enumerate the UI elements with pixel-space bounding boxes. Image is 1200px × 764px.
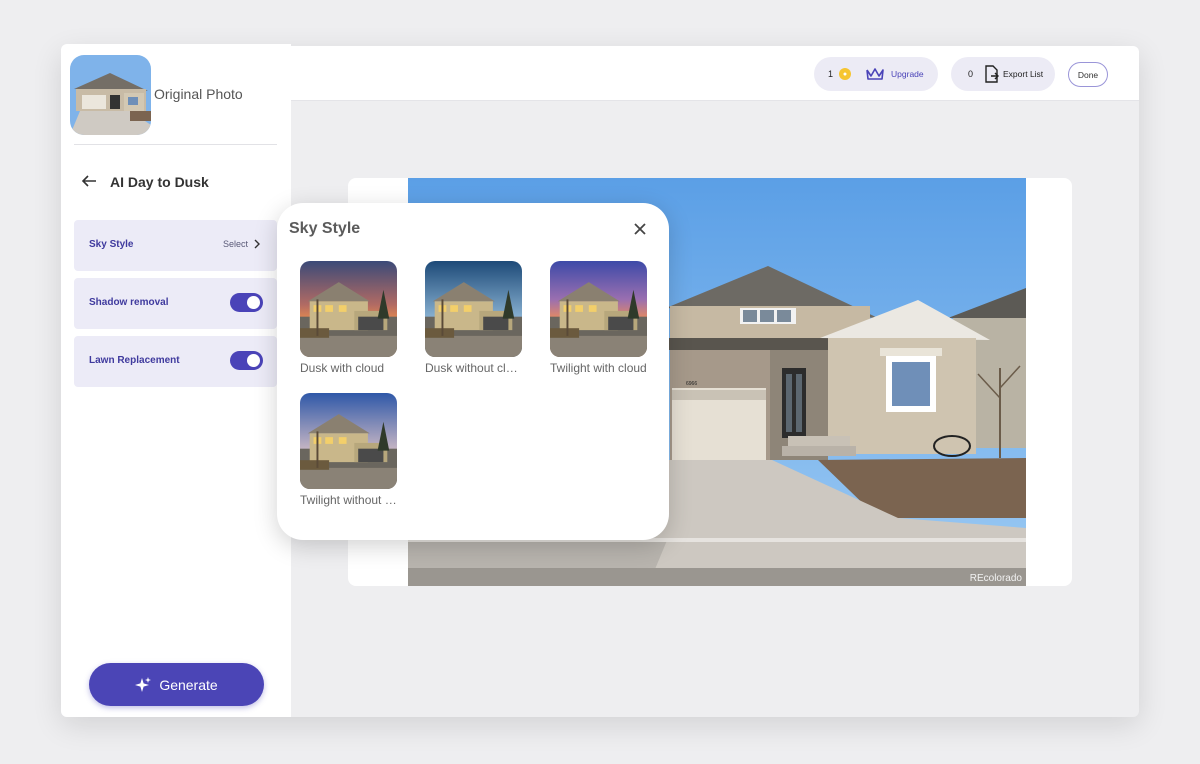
- sky-style-select[interactable]: Select: [223, 239, 260, 249]
- style-label: Dusk with cloud: [300, 361, 385, 375]
- chevron-right-icon: [254, 239, 260, 249]
- toggle-knob: [247, 296, 260, 309]
- export-count: 0: [968, 69, 974, 79]
- sidebar: Original Photo AI Day to Dusk Sky Style …: [61, 44, 291, 717]
- done-button[interactable]: Done: [1068, 62, 1108, 87]
- modal-title: Sky Style: [289, 220, 361, 237]
- lawn-replacement-option: Lawn Replacement: [74, 336, 277, 387]
- lawn-replacement-toggle[interactable]: [230, 351, 263, 370]
- sky-style-label: Sky Style: [89, 239, 134, 250]
- shadow-removal-option: Shadow removal: [74, 278, 277, 329]
- export-list-label: Export List: [1003, 69, 1044, 79]
- export-list-button[interactable]: 0 Export List: [951, 57, 1055, 91]
- style-label: Twilight with cloud: [550, 361, 647, 375]
- toggle-knob: [247, 354, 260, 367]
- shadow-removal-label: Shadow removal: [89, 297, 169, 308]
- style-label: Dusk without cloud: [425, 361, 522, 375]
- original-photo-thumbnail[interactable]: [70, 55, 151, 135]
- sky-style-option[interactable]: Sky Style Select: [74, 220, 277, 271]
- export-icon: [985, 65, 1000, 83]
- house-number: 6966: [686, 381, 697, 387]
- generate-label: Generate: [159, 676, 218, 693]
- credits-pill[interactable]: 1 ● Upgrade: [814, 57, 938, 91]
- select-label: Select: [222, 239, 248, 249]
- style-option-dusk-with-cloud[interactable]: Dusk with cloud: [300, 261, 397, 375]
- original-photo-label: Original Photo: [154, 86, 243, 102]
- photo-watermark: REcolorado: [969, 573, 1022, 584]
- close-icon[interactable]: [633, 222, 647, 236]
- divider: [74, 144, 277, 145]
- style-thumbnail: [300, 393, 397, 489]
- style-option-twilight-without-cloud[interactable]: Twilight without cloud: [300, 393, 397, 507]
- sky-style-modal: Sky Style Dusk with cloud Dusk without c…: [277, 203, 669, 540]
- top-bar: 1 ● Upgrade 0 Export List Done: [291, 46, 1139, 101]
- shadow-removal-toggle[interactable]: [230, 293, 263, 312]
- upgrade-link[interactable]: Upgrade: [891, 69, 924, 79]
- style-label: Twilight without cloud: [300, 493, 397, 507]
- back-arrow-icon[interactable]: [81, 174, 97, 188]
- style-thumbnail: [300, 261, 397, 357]
- lawn-replacement-label: Lawn Replacement: [89, 355, 180, 366]
- coin-icon: ●: [839, 68, 852, 80]
- style-thumbnail: [550, 261, 647, 357]
- crown-icon: [866, 68, 884, 80]
- mode-title: AI Day to Dusk: [110, 174, 209, 190]
- style-thumbnail: [425, 261, 522, 357]
- credits-count: 1: [828, 69, 834, 79]
- style-option-twilight-with-cloud[interactable]: Twilight with cloud: [550, 261, 647, 375]
- generate-button[interactable]: Generate: [89, 663, 264, 706]
- sparkle-icon: [135, 676, 152, 692]
- style-option-dusk-without-cloud[interactable]: Dusk without cloud: [425, 261, 522, 375]
